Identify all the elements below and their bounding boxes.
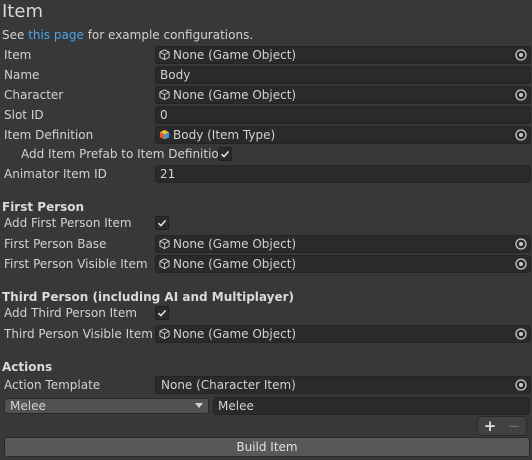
action-type-value: Melee: [10, 399, 46, 413]
object-picker-icon[interactable]: [514, 257, 528, 271]
animator-item-id-field[interactable]: 21: [155, 165, 531, 183]
name-field[interactable]: Body: [155, 66, 531, 84]
item-type-icon: [159, 129, 170, 140]
game-object-icon: [159, 89, 170, 100]
first-person-base-field[interactable]: None (Game Object): [155, 235, 531, 253]
character-label: Character: [4, 88, 64, 102]
page-title: Item: [2, 1, 43, 22]
action-template-field[interactable]: None (Character Item): [155, 376, 531, 394]
first-person-visible-item-value: None (Game Object): [173, 257, 297, 271]
item-label: Item: [4, 48, 32, 62]
third-person-visible-item-label: Third Person Visible Item: [4, 327, 153, 341]
character-field[interactable]: None (Game Object): [155, 86, 531, 104]
action-template-value: None (Character Item): [161, 378, 296, 392]
object-picker-icon[interactable]: [514, 48, 528, 62]
add-third-person-item-label: Add Third Person Item: [4, 306, 137, 320]
first-person-visible-item-label: First Person Visible Item: [4, 257, 148, 271]
item-definition-field[interactable]: Body (Item Type): [155, 126, 531, 144]
checkmark-icon: [157, 219, 167, 227]
first-person-visible-item-field[interactable]: None (Game Object): [155, 255, 531, 273]
object-picker-icon[interactable]: [514, 237, 528, 251]
action-name-field[interactable]: Melee: [213, 397, 530, 415]
item-field[interactable]: None (Game Object): [155, 46, 531, 64]
add-prefab-checkbox[interactable]: [218, 147, 232, 161]
first-person-base-label: First Person Base: [4, 237, 107, 251]
item-value: None (Game Object): [173, 48, 297, 62]
action-type-dropdown[interactable]: Melee: [4, 398, 209, 414]
third-person-visible-item-value: None (Game Object): [173, 327, 297, 341]
game-object-icon: [159, 238, 170, 249]
character-value: None (Game Object): [173, 88, 297, 102]
slot-id-field[interactable]: 0: [155, 106, 531, 124]
help-prefix: See: [2, 28, 29, 42]
item-definition-value: Body (Item Type): [173, 128, 276, 142]
help-text: See this page for example configurations…: [2, 27, 253, 43]
actions-heading: Actions: [2, 360, 53, 374]
animator-item-id-label: Animator Item ID: [4, 167, 107, 181]
help-suffix: for example configurations.: [83, 28, 254, 42]
first-person-base-value: None (Game Object): [173, 237, 297, 251]
game-object-icon: [159, 258, 170, 269]
add-prefab-label: Add Item Prefab to Item Definition: [21, 147, 227, 161]
chevron-down-icon: [195, 403, 203, 408]
object-picker-icon[interactable]: [514, 88, 528, 102]
object-picker-icon[interactable]: [514, 128, 528, 142]
name-label: Name: [4, 68, 40, 82]
object-picker-icon[interactable]: [514, 378, 528, 392]
build-item-button[interactable]: Build Item: [4, 437, 530, 457]
slot-id-label: Slot ID: [4, 108, 44, 122]
action-template-label: Action Template: [4, 378, 101, 392]
remove-action-button[interactable]: −: [502, 417, 526, 435]
checkmark-icon: [220, 150, 230, 158]
game-object-icon: [159, 49, 170, 60]
object-picker-icon[interactable]: [514, 327, 528, 341]
item-definition-label: Item Definition: [4, 128, 94, 142]
add-first-person-item-label: Add First Person Item: [4, 216, 132, 230]
add-third-person-item-checkbox[interactable]: [155, 306, 169, 320]
third-person-visible-item-field[interactable]: None (Game Object): [155, 325, 531, 343]
add-first-person-item-checkbox[interactable]: [155, 216, 169, 230]
checkmark-icon: [157, 309, 167, 317]
add-remove-controls: + −: [477, 416, 527, 436]
this-page-link[interactable]: this page: [28, 28, 84, 42]
game-object-icon: [159, 328, 170, 339]
add-action-button[interactable]: +: [478, 417, 502, 435]
